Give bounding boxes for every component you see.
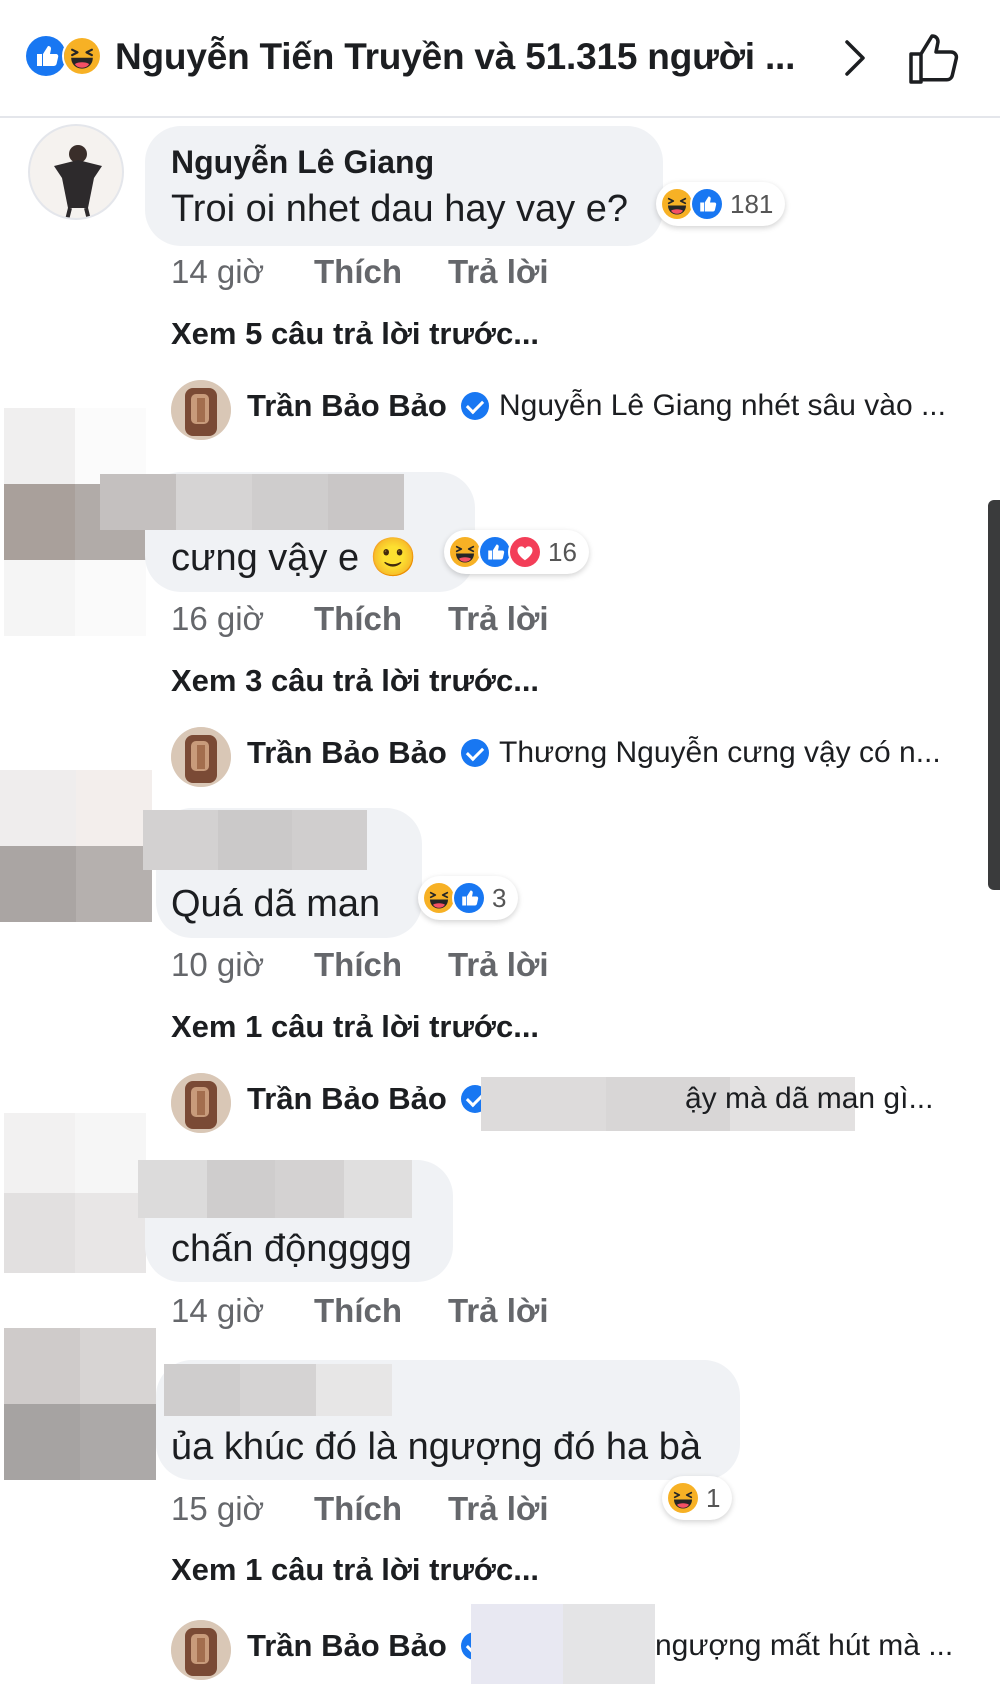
like-outline-icon[interactable] bbox=[905, 30, 963, 88]
reaction-count: 3 bbox=[492, 882, 507, 913]
avatar[interactable] bbox=[171, 1620, 231, 1680]
reply-text: Thương Nguyễn cưng vậy có n... bbox=[499, 736, 941, 769]
reply-author[interactable]: Trần Bảo Bảo bbox=[247, 1081, 447, 1117]
love-icon bbox=[508, 535, 542, 569]
reply-link[interactable]: Trả lời bbox=[448, 1490, 549, 1528]
comment-time[interactable]: 10 giờ bbox=[171, 946, 264, 984]
comment-time[interactable]: 14 giờ bbox=[171, 253, 264, 291]
comment-text: cưng vậy e 🙂 bbox=[171, 537, 417, 579]
comment-text: chấn độngggg bbox=[171, 1228, 412, 1270]
comment-actions: 14 giờ Thích Trả lời bbox=[171, 253, 571, 293]
haha-icon bbox=[660, 187, 694, 221]
blurred-avatar bbox=[4, 1328, 156, 1480]
reply-link[interactable]: Trả lời bbox=[448, 1292, 549, 1330]
reactions-header[interactable]: Nguyễn Tiến Truyền và 51.315 người ... bbox=[0, 0, 1000, 118]
view-previous-replies[interactable]: Xem 1 câu trả lời trước... bbox=[171, 1009, 539, 1045]
comment-text: ủa khúc đó là ngượng đó ha bà bbox=[171, 1426, 701, 1468]
reaction-count: 16 bbox=[548, 536, 577, 567]
comment-time[interactable]: 16 giờ bbox=[171, 600, 264, 638]
avatar[interactable] bbox=[171, 727, 231, 787]
reply-author[interactable]: Trần Bảo Bảo bbox=[247, 735, 447, 771]
reply-link[interactable]: Trả lời bbox=[448, 946, 549, 984]
blurred-author-name bbox=[143, 810, 367, 870]
blurred-author-name bbox=[164, 1364, 392, 1416]
comment-time[interactable]: 14 giờ bbox=[171, 1292, 264, 1330]
view-previous-replies[interactable]: Xem 3 câu trả lời trước... bbox=[171, 663, 539, 699]
comment-actions: 16 giờ Thích Trả lời bbox=[171, 600, 571, 640]
avatar[interactable] bbox=[28, 124, 124, 220]
view-previous-replies[interactable]: Xem 5 câu trả lời trước... bbox=[171, 316, 539, 352]
avatar[interactable] bbox=[171, 1073, 231, 1133]
comment-time[interactable]: 15 giờ bbox=[171, 1490, 264, 1528]
blurred-mention bbox=[471, 1604, 655, 1684]
reply-link[interactable]: Trả lời bbox=[448, 253, 549, 291]
reply-author[interactable]: Trần Bảo Bảo bbox=[247, 388, 447, 424]
reply-preview[interactable]: Trần Bảo Bảo Nguyễn Lê Giang nhét sâu và… bbox=[171, 380, 971, 440]
like-icon bbox=[690, 187, 724, 221]
haha-icon bbox=[62, 36, 102, 76]
blurred-author-name bbox=[138, 1160, 412, 1218]
comment-text: Quá dã man bbox=[171, 883, 381, 925]
reply-author[interactable]: Trần Bảo Bảo bbox=[247, 1628, 447, 1664]
like-icon bbox=[452, 881, 486, 915]
comment-author[interactable]: Nguyễn Lê Giang bbox=[171, 144, 434, 181]
haha-icon bbox=[666, 1481, 700, 1515]
reply-preview[interactable]: Trần Bảo Bảo ậy mà dã man gì... bbox=[171, 1073, 971, 1133]
like-link[interactable]: Thích bbox=[314, 600, 402, 638]
haha-icon bbox=[422, 881, 456, 915]
reply-link[interactable]: Trả lời bbox=[448, 600, 549, 638]
reply-preview[interactable]: Trần Bảo Bảo ngượng mất hút mà ... bbox=[171, 1604, 971, 1684]
header-reaction-icons bbox=[26, 36, 102, 76]
reply-text: ngượng mất hút mà ... bbox=[655, 1629, 954, 1662]
comment-actions: 14 giờ Thích Trả lời bbox=[171, 1292, 571, 1332]
like-icon bbox=[26, 36, 66, 76]
like-link[interactable]: Thích bbox=[314, 946, 402, 984]
chevron-right-icon[interactable] bbox=[835, 36, 875, 80]
reply-preview[interactable]: Trần Bảo Bảo Thương Nguyễn cưng vậy có n… bbox=[171, 727, 971, 787]
like-link[interactable]: Thích bbox=[314, 1490, 402, 1528]
reaction-count-pill[interactable]: 3 bbox=[418, 876, 519, 920]
reaction-count-pill[interactable]: 16 bbox=[444, 530, 589, 574]
reaction-count-pill[interactable]: 1 bbox=[662, 1476, 733, 1520]
blurred-author-name bbox=[100, 474, 404, 530]
reaction-count-pill[interactable]: 181 bbox=[656, 182, 786, 226]
scrollbar[interactable] bbox=[988, 500, 1000, 890]
reactions-summary[interactable]: Nguyễn Tiến Truyền và 51.315 người ... bbox=[115, 36, 795, 78]
like-link[interactable]: Thích bbox=[314, 1292, 402, 1330]
reply-text: Nguyễn Lê Giang nhét sâu vào ... bbox=[499, 389, 946, 422]
like-icon bbox=[478, 535, 512, 569]
view-previous-replies[interactable]: Xem 1 câu trả lời trước... bbox=[171, 1552, 539, 1588]
verified-badge-icon bbox=[461, 392, 489, 420]
blurred-avatar bbox=[0, 770, 152, 922]
comment-actions: 10 giờ Thích Trả lời bbox=[171, 946, 571, 986]
like-link[interactable]: Thích bbox=[314, 253, 402, 291]
haha-icon bbox=[448, 535, 482, 569]
reaction-count: 1 bbox=[706, 1482, 721, 1513]
avatar[interactable] bbox=[171, 380, 231, 440]
reply-text: ậy mà dã man gì... bbox=[685, 1082, 934, 1115]
comment-actions: 15 giờ Thích Trả lời bbox=[171, 1490, 571, 1530]
verified-badge-icon bbox=[461, 739, 489, 767]
reaction-count: 181 bbox=[730, 188, 774, 219]
comment-text: Troi oi nhet dau hay vay e? bbox=[171, 188, 628, 230]
blurred-avatar bbox=[4, 1113, 146, 1273]
